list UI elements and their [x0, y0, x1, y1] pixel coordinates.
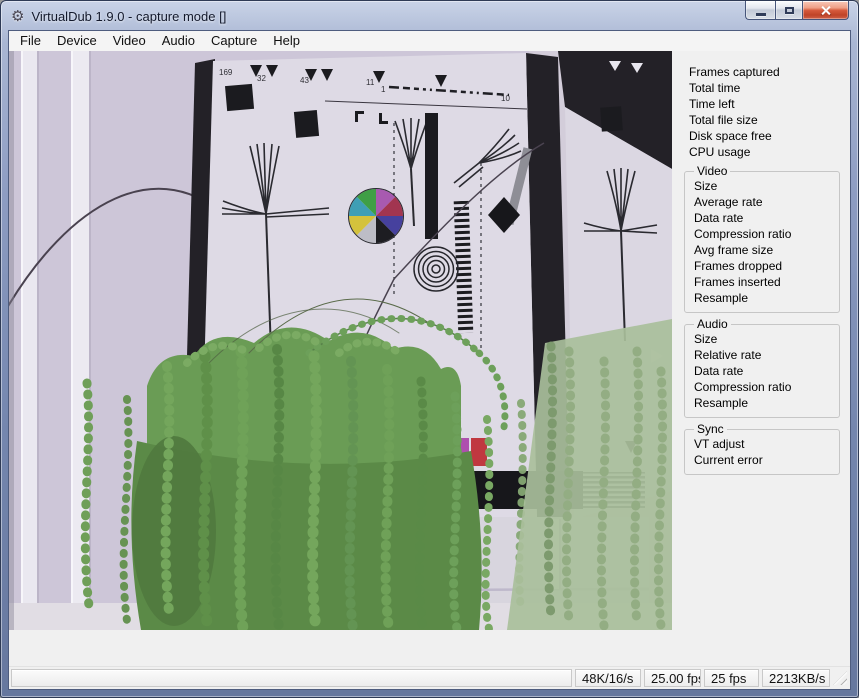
maximize-button[interactable]	[775, 1, 803, 20]
content-area: 169 32 43 11 1 10	[9, 51, 850, 666]
svg-text:169: 169	[219, 68, 233, 77]
caption-buttons	[745, 1, 849, 21]
group-sync: Sync VT adjust Current error	[684, 423, 840, 475]
group-sync-title: Sync	[694, 423, 727, 436]
group-audio: Audio Size Relative rate Data rate Compr…	[684, 318, 840, 418]
stat-total-file-size: Total file size	[689, 112, 845, 128]
menu-item-audio[interactable]: Audio	[154, 31, 203, 51]
menu-item-file[interactable]: File	[12, 31, 49, 51]
stat-frames-captured: Frames captured	[689, 64, 845, 80]
stat-video-frames-dropped: Frames dropped	[694, 258, 839, 274]
minimize-button[interactable]	[745, 1, 775, 20]
stat-cpu-usage: CPU usage	[689, 144, 845, 160]
group-audio-title: Audio	[694, 318, 731, 331]
capture-stats-panel: Frames captured Total time Time left Tot…	[672, 51, 850, 666]
camera-preview-image: 169 32 43 11 1 10	[9, 51, 672, 630]
stat-sync-vt-adjust: VT adjust	[694, 436, 839, 452]
status-data-rate: 2213KB/s	[762, 669, 830, 687]
svg-text:1: 1	[381, 85, 386, 94]
stat-audio-compression-ratio: Compression ratio	[694, 379, 839, 395]
video-preview: 169 32 43 11 1 10	[9, 51, 672, 630]
status-audio-format: 48K/16/s	[575, 669, 641, 687]
stat-sync-current-error: Current error	[694, 452, 839, 468]
svg-text:11: 11	[366, 78, 375, 87]
title-bar[interactable]: ⚙ VirtualDub 1.9.0 - capture mode []	[1, 1, 858, 31]
close-button[interactable]	[803, 1, 849, 20]
status-bar: 48K/16/s 25.00 fps 25 fps 2213KB/s	[9, 666, 850, 689]
stat-audio-data-rate: Data rate	[694, 363, 839, 379]
stat-video-size: Size	[694, 178, 839, 194]
minimize-icon	[756, 13, 766, 16]
group-video: Video Size Average rate Data rate Compre…	[684, 165, 840, 313]
stat-total-time: Total time	[689, 80, 845, 96]
client-area: File Device Video Audio Capture Help	[9, 31, 850, 689]
menu-item-capture[interactable]: Capture	[203, 31, 265, 51]
stat-video-compression-ratio: Compression ratio	[694, 226, 839, 242]
svg-text:32: 32	[257, 74, 266, 83]
stat-video-frames-inserted: Frames inserted	[694, 274, 839, 290]
status-message	[11, 669, 572, 687]
stat-audio-resample: Resample	[694, 395, 839, 411]
virtualdub-window: ⚙ VirtualDub 1.9.0 - capture mode [] Fil…	[0, 0, 859, 698]
menu-bar: File Device Video Audio Capture Help	[9, 31, 850, 51]
window-title: VirtualDub 1.9.0 - capture mode []	[31, 9, 226, 24]
close-icon	[820, 5, 831, 16]
chart-color-wheel	[349, 189, 404, 244]
status-target-fps: 25 fps	[704, 669, 759, 687]
svg-text:43: 43	[300, 76, 309, 85]
resize-grip[interactable]	[833, 671, 847, 685]
group-video-title: Video	[694, 165, 730, 178]
menu-item-device[interactable]: Device	[49, 31, 105, 51]
stat-disk-space-free: Disk space free	[689, 128, 845, 144]
maximize-icon	[785, 7, 794, 14]
menu-item-video[interactable]: Video	[105, 31, 154, 51]
stat-audio-relative-rate: Relative rate	[694, 347, 839, 363]
status-capture-fps: 25.00 fps	[644, 669, 701, 687]
stat-video-avg-frame-size: Avg frame size	[694, 242, 839, 258]
stat-video-average-rate: Average rate	[694, 194, 839, 210]
stat-video-data-rate: Data rate	[694, 210, 839, 226]
stat-audio-size: Size	[694, 331, 839, 347]
menu-item-help[interactable]: Help	[265, 31, 308, 51]
stat-video-resample: Resample	[694, 290, 839, 306]
app-icon: ⚙	[11, 9, 24, 24]
stat-time-left: Time left	[689, 96, 845, 112]
